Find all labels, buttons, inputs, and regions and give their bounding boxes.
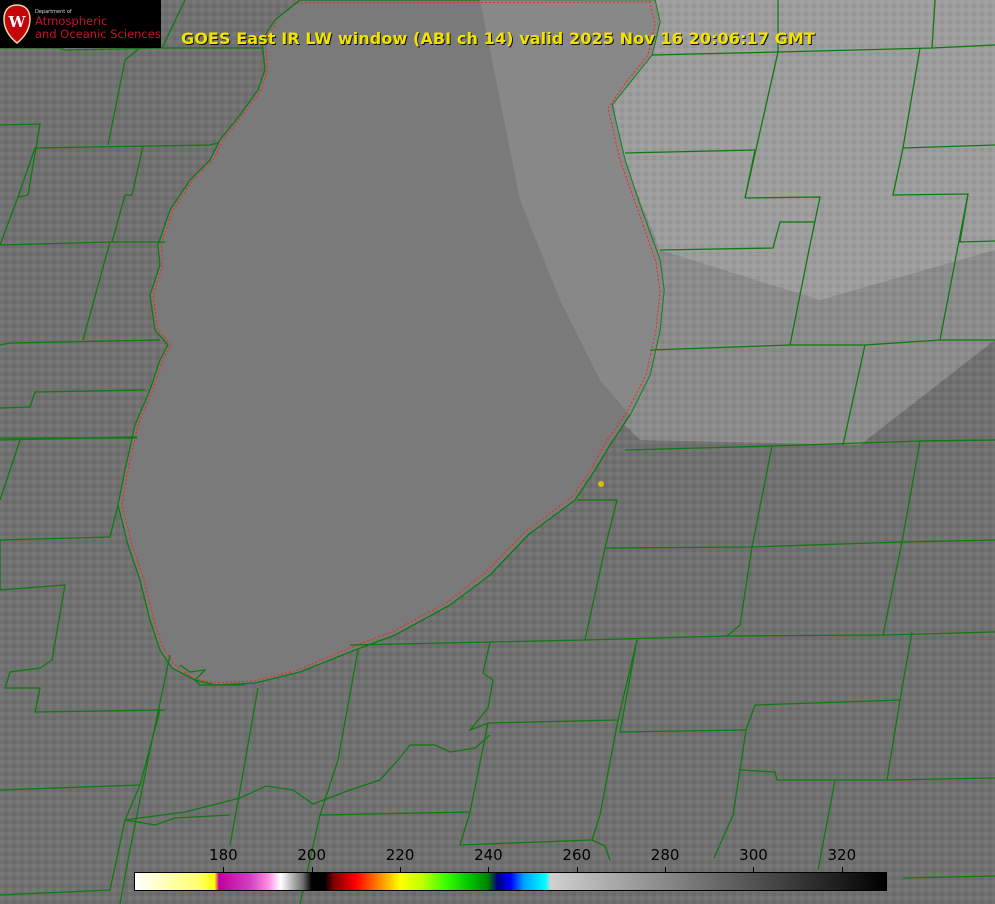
colorbar: 180 200 220 240 260 280 300 320 — [134, 846, 887, 892]
colorbar-tick-label: 300 — [739, 846, 768, 864]
colorbar-gradient — [134, 872, 887, 891]
colorbar-tick-label: 320 — [827, 846, 857, 864]
colorbar-tick-label: 280 — [650, 846, 680, 864]
station-dot — [598, 481, 604, 487]
uw-aos-logo: W Department of Atmospheric and Oceanic … — [0, 0, 161, 48]
colorbar-tick-label: 220 — [385, 846, 415, 864]
uw-crest-icon: W — [3, 4, 31, 44]
colorbar-tick-label: 180 — [209, 846, 238, 864]
satellite-map — [0, 0, 995, 904]
colorbar-tick-label: 240 — [474, 846, 503, 864]
logo-line-2: and Oceanic Sciences — [35, 27, 161, 41]
colorbar-tick-label: 200 — [297, 846, 327, 864]
colorbar-tick-label: 260 — [562, 846, 592, 864]
logo-line-1: Atmospheric — [35, 14, 108, 28]
image-title: GOES East IR LW window (ABI ch 14) valid… — [181, 29, 815, 48]
crest-letter: W — [8, 13, 27, 31]
